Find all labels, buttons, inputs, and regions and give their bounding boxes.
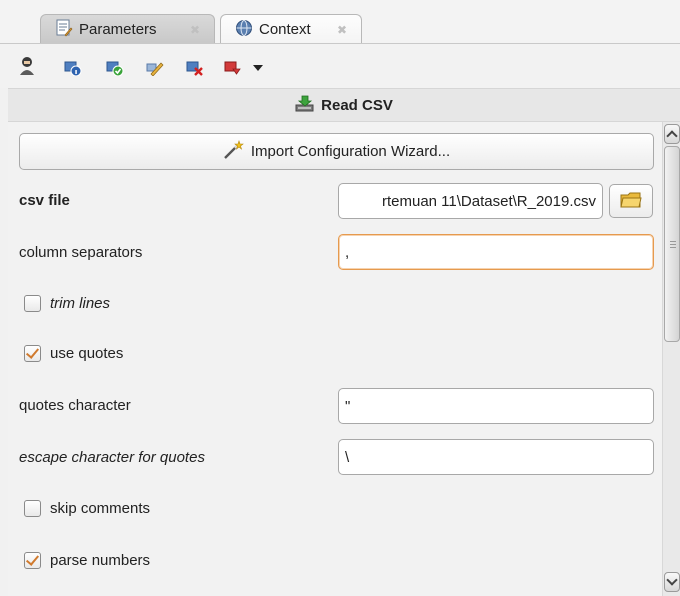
red-dropdown-icon[interactable]	[224, 60, 242, 76]
parameter-list: Import Configuration Wizard... csv file …	[8, 122, 662, 596]
parse-numbers-row[interactable]: parse numbers	[24, 552, 150, 569]
trim-lines-row[interactable]: trim lines	[24, 295, 110, 312]
column-separators-label: column separators	[19, 244, 143, 261]
globe-icon	[235, 19, 253, 41]
csv-file-label: csv file	[19, 192, 70, 209]
csv-file-value: rtemuan 11\Dataset\R_2019.csv	[381, 192, 596, 210]
scroll-up-button[interactable]	[664, 124, 680, 144]
column-separators-field[interactable]	[338, 234, 654, 270]
escape-character-field[interactable]	[338, 439, 654, 475]
pencil-icon[interactable]	[146, 60, 164, 76]
quotes-character-label: quotes character	[19, 397, 131, 414]
use-quotes-row[interactable]: use quotes	[24, 345, 123, 362]
tab-parameters-label: Parameters	[79, 21, 157, 38]
escape-character-label: escape character for quotes	[19, 449, 205, 466]
operator-title: Read CSV	[321, 96, 393, 114]
chevron-down-icon[interactable]	[253, 65, 263, 71]
toolbar	[0, 44, 680, 88]
skip-comments-row[interactable]: skip comments	[24, 500, 150, 517]
trim-lines-checkbox[interactable]	[24, 295, 41, 312]
use-quotes-checkbox[interactable]	[24, 345, 41, 362]
scroll-down-button[interactable]	[664, 572, 680, 592]
scrollbar-grip-icon	[670, 241, 676, 249]
tab-bar: Parameters ✖ Context ✖	[0, 0, 680, 44]
operator-title-bar: Read CSV	[8, 88, 680, 122]
read-csv-icon	[295, 95, 315, 116]
parse-numbers-checkbox[interactable]	[24, 552, 41, 569]
wand-icon	[223, 139, 245, 164]
import-wizard-label: Import Configuration Wizard...	[250, 143, 451, 160]
parameters-icon	[55, 19, 73, 41]
tab-parameters[interactable]: Parameters ✖	[40, 14, 215, 44]
trim-lines-label: trim lines	[50, 295, 111, 312]
vertical-scrollbar[interactable]	[662, 122, 680, 596]
browse-button[interactable]	[609, 184, 653, 218]
info-icon[interactable]	[64, 60, 82, 76]
import-wizard-button[interactable]: Import Configuration Wizard...	[19, 133, 654, 170]
delete-icon[interactable]	[186, 60, 204, 76]
user-icon[interactable]	[18, 56, 36, 75]
parameters-panel: Parameters ✖ Context ✖ Read CSV Import C…	[0, 0, 680, 596]
scrollbar-thumb[interactable]	[664, 146, 680, 342]
csv-file-field[interactable]: rtemuan 11\Dataset\R_2019.csv	[338, 183, 603, 219]
quotes-character-field[interactable]	[338, 388, 654, 424]
close-icon[interactable]: ✖	[190, 23, 200, 37]
skip-comments-checkbox[interactable]	[24, 500, 41, 517]
skip-comments-label: skip comments	[50, 500, 151, 517]
tab-context-label: Context	[259, 21, 311, 38]
tab-context[interactable]: Context ✖	[220, 14, 362, 44]
check-icon[interactable]	[106, 60, 124, 76]
parse-numbers-label: parse numbers	[50, 552, 151, 569]
close-icon[interactable]: ✖	[337, 23, 347, 37]
folder-icon	[620, 191, 642, 212]
use-quotes-label: use quotes	[50, 345, 124, 362]
